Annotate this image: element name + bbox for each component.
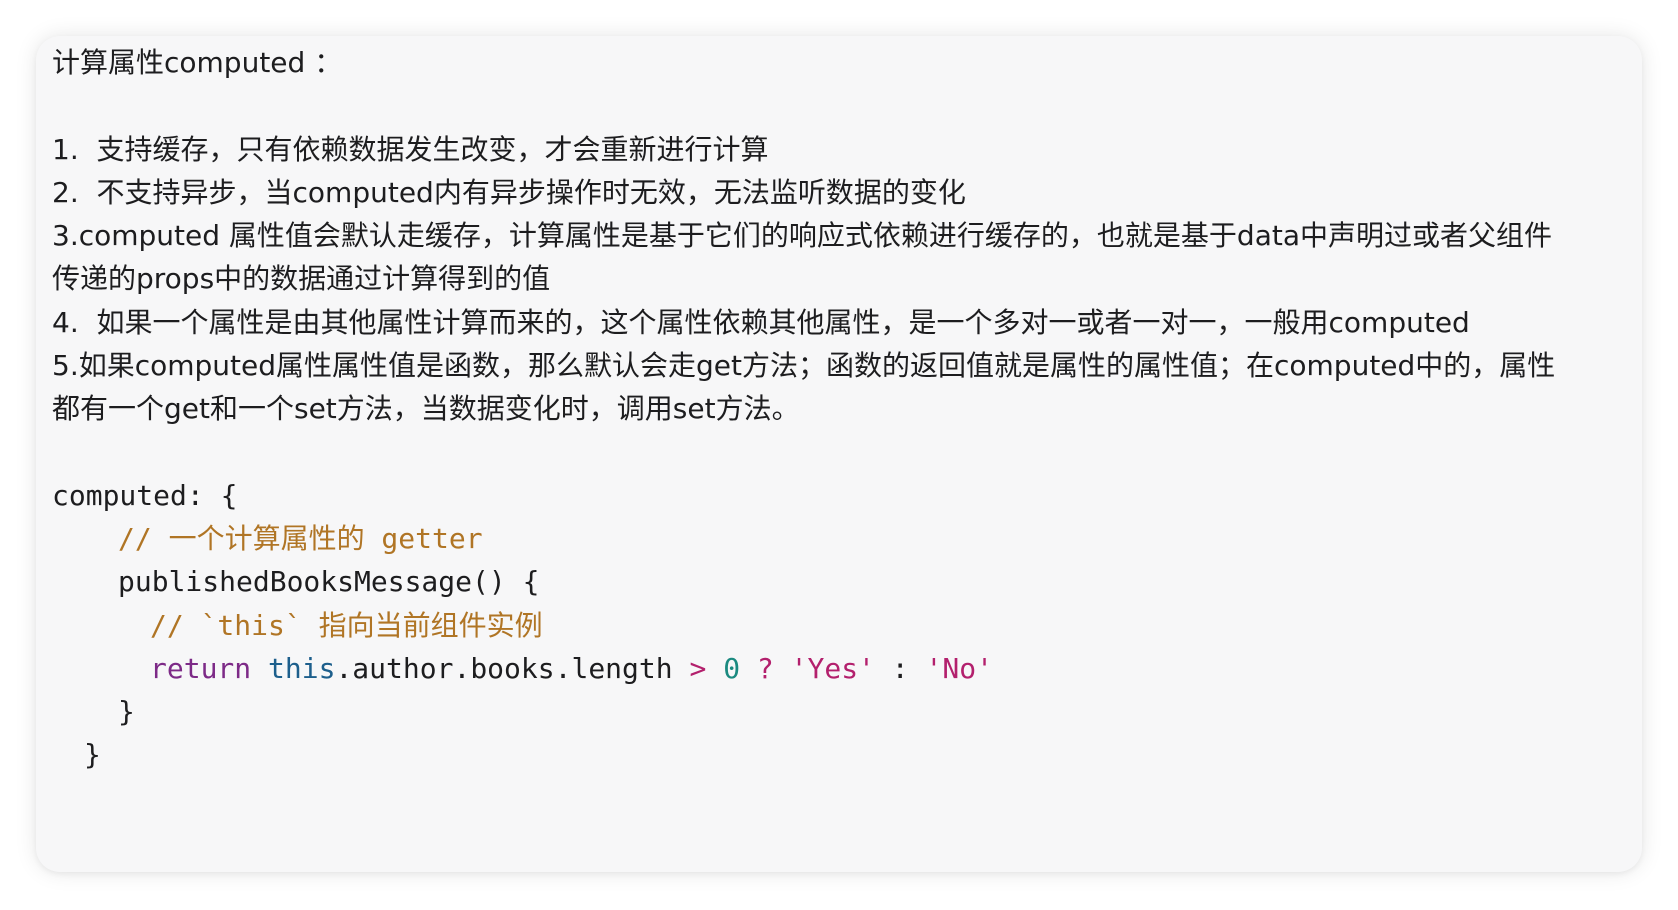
code-this: this xyxy=(268,652,336,685)
list-item-continuation: 传递的props中的数据通过计算得到的值 xyxy=(52,262,551,295)
list-item-continuation: 都有一个get和一个set方法，当数据变化时，调用set方法。 xyxy=(52,392,800,425)
code-keyword: return xyxy=(150,652,252,685)
code-return-line: return this.author.books.length > 0 ? 'Y… xyxy=(150,646,993,692)
code-expression: .author.books.length xyxy=(335,652,673,685)
code-string: 'Yes' xyxy=(790,652,875,685)
list-item: 2. 不支持异步，当computed内有异步操作时无效，无法监听数据的变化 xyxy=(52,176,966,209)
list-item: 5.如果computed属性属性值是函数，那么默认会走get方法；函数的返回值就… xyxy=(52,349,1556,382)
code-line: } xyxy=(118,695,135,728)
code-comment: // `this` 指向当前组件实例 xyxy=(150,609,543,642)
code-operator: > xyxy=(689,652,707,685)
list-item: 4. 如果一个属性是由其他属性计算而来的，这个属性依赖其他属性，是一个多对一或者… xyxy=(52,306,1470,339)
code-operator: : xyxy=(891,652,909,685)
code-number: 0 xyxy=(723,652,741,685)
code-line: publishedBooksMessage() { xyxy=(118,565,540,598)
heading: 计算属性computed ： xyxy=(52,46,343,79)
list-item: 3.computed 属性值会默认走缓存，计算属性是基于它们的响应式依赖进行缓存… xyxy=(52,219,1552,252)
note-card: 计算属性computed ： 1. 支持缓存，只有依赖数据发生改变，才会重新进行… xyxy=(36,36,1642,872)
code-string: 'No' xyxy=(925,652,993,685)
list-item: 1. 支持缓存，只有依赖数据发生改变，才会重新进行计算 xyxy=(52,133,769,166)
code-operator: ? xyxy=(756,652,774,685)
code-line: } xyxy=(84,738,101,771)
code-line: computed: { xyxy=(52,479,238,512)
code-comment: // 一个计算属性的 getter xyxy=(118,522,483,555)
